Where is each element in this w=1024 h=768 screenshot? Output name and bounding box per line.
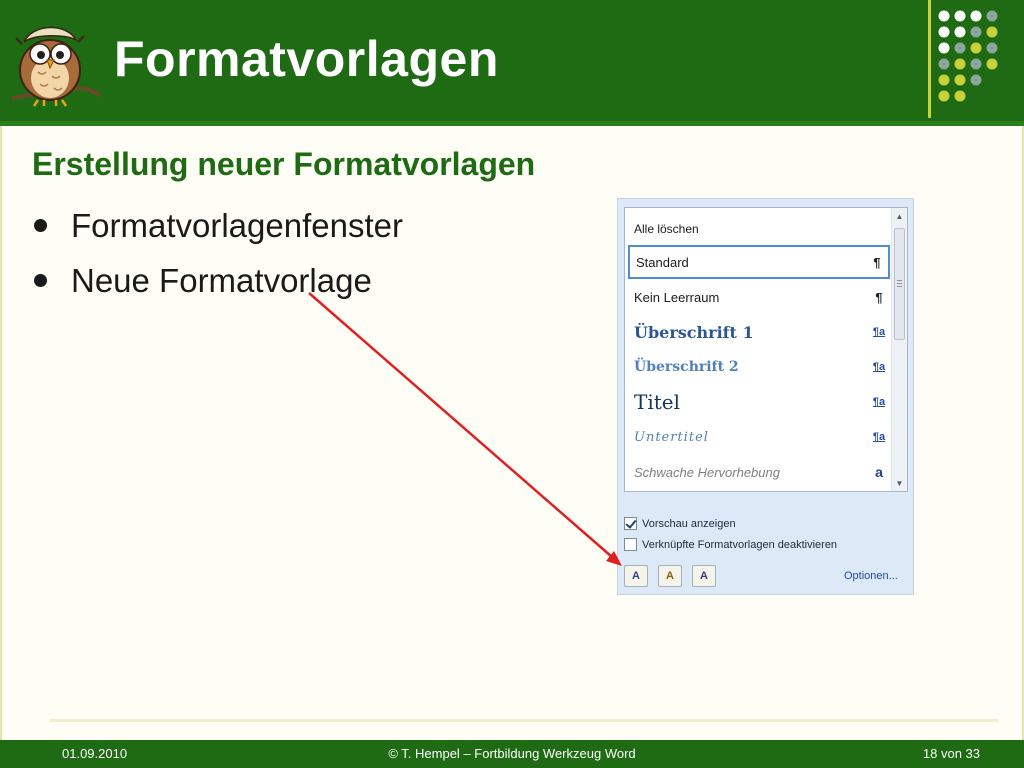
style-label: Kein Leerraum [634,289,720,305]
style-item-no-spacing[interactable]: Kein Leerraum ¶ [628,280,890,314]
owl-mascot-icon [11,26,102,107]
paragraph-mark-icon: ¶ [873,254,881,270]
scrollbar-grip [897,280,902,281]
style-label: Schwache Hervorhebung [634,464,780,480]
footer-date: 01.09.2010 [62,746,128,761]
style-item-subtitle[interactable]: Untertitel ¶a [628,420,890,454]
styles-scrollbar[interactable]: ▲ ▼ [891,208,907,491]
options-link[interactable]: Optionen... [844,570,898,582]
style-label: Alle löschen [634,222,699,236]
manage-styles-icon: A [700,570,708,582]
bullet-dot-icon [34,219,47,232]
styles-gallery: Alle löschen Standard ¶ Kein Leerraum ¶ … [624,207,908,492]
footer-page-number: 18 von 33 [922,746,980,761]
style-item-title[interactable]: Titel ¶a [628,385,890,419]
show-preview-checkbox[interactable] [624,517,637,530]
bullet-item: Neue Formatvorlage [32,253,403,308]
style-inspector-button[interactable]: A [658,565,682,587]
scrollbar-thumb[interactable] [894,228,905,340]
bullet-item: Formatvorlagenfenster [32,198,403,253]
show-preview-option[interactable]: Vorschau anzeigen [624,517,736,530]
style-item-subtle-emphasis[interactable]: Schwache Hervorhebung a [628,455,890,489]
slide-title: Formatvorlagen [114,31,499,87]
linked-style-mark-icon: ¶a [872,326,886,338]
paragraph-mark-icon: ¶ [875,289,883,305]
disable-linked-styles-checkbox[interactable] [624,538,637,551]
word-styles-pane: Alle löschen Standard ¶ Kein Leerraum ¶ … [617,198,914,595]
scroll-down-arrow-icon[interactable]: ▼ [895,479,904,488]
style-item-heading-1[interactable]: Überschrift 1 ¶a [628,315,890,349]
linked-style-mark-icon: ¶a [872,396,886,408]
disable-linked-styles-option[interactable]: Verknüpfte Formatvorlagen deaktivieren [624,538,837,551]
style-label: Standard [636,254,689,270]
bullet-dot-icon [34,274,47,287]
header-accent-line [928,0,931,118]
linked-style-mark-icon: ¶a [872,431,886,443]
style-label: Titel [634,390,681,414]
show-preview-label: Vorschau anzeigen [642,517,736,530]
new-style-icon: A [632,570,640,582]
style-inspector-icon: A [666,570,674,582]
bullet-list: Formatvorlagenfenster Neue Formatvorlage [32,198,403,308]
slide-subheading: Erstellung neuer Formatvorlagen [32,146,536,182]
bullet-text: Formatvorlagenfenster [71,206,403,244]
style-item-clear-all[interactable]: Alle löschen [628,212,890,246]
slide-footer: © T. Hempel – Fortbildung Werkzeug Word … [0,740,1024,768]
character-style-mark-icon: a [875,464,883,480]
scrollbar-grip [897,283,902,284]
style-label: Überschrift 2 [634,359,739,375]
decorative-dot-grid [938,10,998,102]
scrollbar-grip [897,286,902,287]
scroll-up-arrow-icon[interactable]: ▲ [895,212,904,221]
disable-linked-styles-label: Verknüpfte Formatvorlagen deaktivieren [642,538,838,551]
manage-styles-button[interactable]: A [692,565,716,587]
style-label: Überschrift 1 [634,322,754,342]
content-bottom-rule [50,719,998,722]
bullet-text: Neue Formatvorlage [71,261,372,299]
style-label: Untertitel [634,429,709,445]
new-style-button[interactable]: A [624,565,648,587]
linked-style-mark-icon: ¶a [872,361,886,373]
style-item-standard[interactable]: Standard ¶ [628,245,890,279]
style-item-heading-2[interactable]: Überschrift 2 ¶a [628,350,890,384]
footer-copyright: © T. Hempel – Fortbildung Werkzeug Word [388,746,636,761]
